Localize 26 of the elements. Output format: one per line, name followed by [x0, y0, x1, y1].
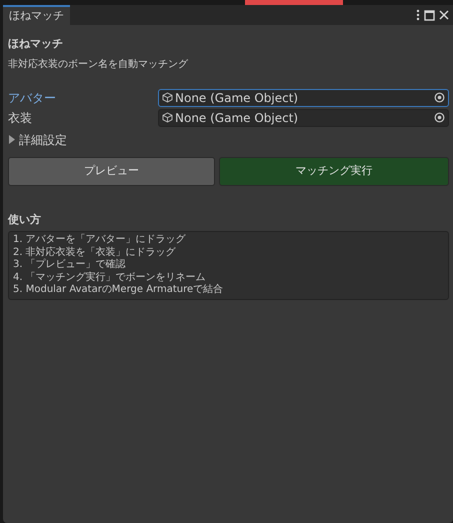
- usage-step: 5. Modular AvatarのMerge Armatureで結合: [13, 284, 444, 296]
- field-label: 衣装: [8, 110, 33, 126]
- usage-step: 3. 「プレビュー」で確認: [13, 259, 444, 272]
- field-value: None (Game Object): [175, 110, 300, 126]
- usage-step: 2. 非対応衣装を「衣装」にドラッグ: [13, 246, 444, 259]
- expand-arrow-icon[interactable]: [8, 135, 16, 144]
- panel-subtitle: 非対応衣装のボーン名を自動マッチング: [8, 58, 189, 72]
- object-field[interactable]: None (Game Object): [158, 108, 449, 126]
- cube-icon: [162, 92, 173, 103]
- usage-step: 4. 「マッチング実行」でボーンをリネーム: [13, 272, 444, 284]
- preview-button[interactable]: プレビュー: [8, 156, 215, 186]
- close-icon[interactable]: [439, 10, 449, 20]
- cube-icon: [162, 112, 173, 123]
- object-picker-icon[interactable]: [434, 112, 445, 123]
- window-tab[interactable]: ほねマッチ: [3, 5, 70, 25]
- foldout-label[interactable]: 詳細設定: [19, 130, 67, 148]
- object-field[interactable]: None (Game Object): [158, 88, 449, 106]
- field-value: None (Game Object): [175, 90, 300, 106]
- object-picker-icon[interactable]: [434, 92, 445, 103]
- panel-title: ほねマッチ: [8, 36, 64, 52]
- section-heading: 使い方: [8, 212, 42, 228]
- maximize-icon[interactable]: [424, 10, 435, 20]
- field-label: アバター: [8, 90, 57, 106]
- run-matching-button[interactable]: マッチング実行: [219, 156, 449, 186]
- usage-step: 1. アバターを「アバター」にドラッグ: [13, 234, 444, 246]
- more-icon[interactable]: [416, 9, 420, 21]
